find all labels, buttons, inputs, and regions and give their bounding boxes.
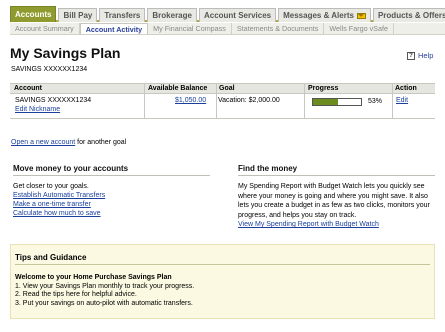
tips-panel: Tips and Guidance Welcome to your Home P…: [10, 244, 435, 319]
balance-link[interactable]: $1,050.00: [175, 97, 206, 104]
tips-heading: Tips and Guidance: [15, 253, 430, 265]
tips-subheading: Welcome to your Home Purchase Savings Pl…: [15, 274, 172, 281]
tab-label: Bill Pay: [63, 11, 93, 20]
edit-nickname-link[interactable]: Edit Nickname: [15, 106, 60, 113]
col-available-balance: Available Balance: [148, 85, 208, 92]
tab-label: Transfers: [104, 11, 141, 20]
subtab-account-activity[interactable]: Account Activity: [79, 23, 149, 34]
tip-item: 3. Put your savings on auto-pilot with a…: [15, 299, 193, 307]
tab-label: Accounts: [15, 10, 52, 19]
subtab-label: Account Summary: [15, 24, 74, 33]
tips-body: Welcome to your Home Purchase Savings Pl…: [15, 274, 194, 308]
col-account: Account: [14, 85, 42, 92]
new-account-line: Open a new account for another goal: [11, 139, 126, 146]
table-header: Account Available Balance Goal Progress …: [10, 83, 435, 94]
goal-value: Vacation: $2,000.00: [218, 97, 280, 104]
secondary-tab-bar: Account Summary Account Activity My Fina…: [10, 23, 445, 35]
tab-account-services[interactable]: Account Services: [198, 8, 277, 22]
tip-item: 2. Read the tips here for helpful advice…: [15, 291, 137, 298]
page-title: My Savings Plan: [10, 45, 121, 61]
table-row: SAVINGS XXXXXX1234 Edit Nickname $1,050.…: [10, 94, 435, 119]
tab-bill-pay[interactable]: Bill Pay: [58, 8, 98, 22]
subtab-statements[interactable]: Statements & Documents: [232, 23, 325, 34]
progress-fill: [313, 99, 339, 105]
tab-products-offers[interactable]: Products & Offers: [372, 8, 445, 22]
find-money-heading: Find the money: [238, 164, 435, 176]
subtab-label: Wells Fargo vSafe: [329, 24, 388, 33]
calculate-savings-link[interactable]: Calculate how much to save: [13, 209, 203, 218]
one-time-transfer-link[interactable]: Make a one-time transfer: [13, 200, 203, 209]
progress-percent: 53%: [368, 98, 383, 105]
subtab-vsafe[interactable]: Wells Fargo vSafe: [324, 23, 394, 34]
tab-label: Messages & Alerts: [283, 11, 354, 20]
col-progress: Progress: [308, 85, 339, 92]
tab-label: Brokerage: [152, 11, 192, 20]
tab-accounts[interactable]: Accounts: [10, 6, 57, 22]
envelope-icon: [356, 12, 366, 19]
tab-label: Products & Offers: [377, 11, 445, 20]
help-label: Help: [418, 51, 434, 60]
subtab-label: My Financial Compass: [153, 24, 226, 33]
help-link[interactable]: ? Help: [407, 51, 433, 60]
subtab-account-summary[interactable]: Account Summary: [10, 23, 80, 34]
subtab-label: Account Activity: [85, 24, 143, 34]
account-number: SAVINGS XXXXXX1234: [11, 66, 88, 73]
progress-bar: [312, 98, 362, 106]
subtab-financial-compass[interactable]: My Financial Compass: [148, 23, 232, 34]
move-money-intro: Get closer to your goals.: [13, 183, 89, 190]
open-new-account-link[interactable]: Open a new account: [11, 139, 75, 146]
tip-item: 1. View your Savings Plan monthly to tra…: [15, 282, 195, 290]
find-money-section: My Spending Report with Budget Watch let…: [238, 182, 438, 230]
primary-tab-bar: Accounts Bill Pay Transfers Brokerage Ac…: [10, 6, 445, 22]
subtab-label: Statements & Documents: [236, 24, 319, 33]
help-icon: ?: [407, 51, 415, 60]
move-money-heading: Move money to your accounts: [13, 164, 210, 176]
new-account-suffix: for another goal: [77, 139, 127, 146]
tab-transfers[interactable]: Transfers: [99, 8, 146, 22]
tab-brokerage[interactable]: Brokerage: [147, 8, 197, 22]
automatic-transfers-link[interactable]: Establish Automatic Transfers: [13, 191, 203, 200]
move-money-section: Get closer to your goals. Establish Auto…: [13, 182, 203, 218]
account-name: SAVINGS XXXXXX1234: [15, 97, 92, 104]
edit-goal-link[interactable]: Edit: [396, 97, 408, 104]
tab-label: Account Services: [203, 11, 272, 20]
col-action: Action: [395, 85, 417, 92]
col-goal: Goal: [219, 85, 235, 92]
spending-report-link[interactable]: View My Spending Report with Budget Watc…: [238, 220, 438, 230]
find-money-text: My Spending Report with Budget Watch let…: [238, 183, 430, 219]
tab-messages-alerts[interactable]: Messages & Alerts: [278, 8, 371, 22]
